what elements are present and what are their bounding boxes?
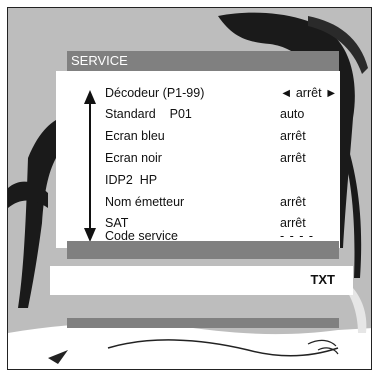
menu-item-decodeur[interactable]: Décodeur (P1-99) ◄ arrêt ► [105,83,338,103]
teletext-bar: TXT [50,266,353,295]
menu-item-idp2-hp[interactable]: IDP2 HP [105,170,335,190]
menu-footer-bar [67,241,339,259]
menu-item-ecran-noir[interactable]: Ecran noir arrêt [105,148,335,168]
menu-item-ecran-bleu[interactable]: Ecran bleu arrêt [105,126,335,146]
menu-item-label: Nom émetteur [105,195,185,209]
menu-item-value: ◄ arrêt ► [280,86,338,100]
menu-item-nom-emetteur[interactable]: Nom émetteur arrêt [105,192,335,212]
bottom-gray-bar [67,318,339,328]
service-menu-panel: Décodeur (P1-99) ◄ arrêt ► Standard P01 … [56,71,340,248]
menu-title-bar: SERVICE [67,51,339,71]
menu-item-label: Ecran bleu [105,129,165,143]
menu-item-value: arrêt [280,151,306,165]
menu-item-value: auto [280,107,305,121]
up-down-double-arrow-icon[interactable] [83,90,97,242]
menu-title: SERVICE [71,53,128,68]
menu-item-value: arrêt [280,129,306,143]
menu-item-label: Standard P01 [105,107,192,121]
menu-item-value: arrêt [280,195,306,209]
menu-item-label: IDP2 HP [105,173,158,187]
tv-screen: SERVICE Décodeur (P1-99) ◄ arrêt ► Stand… [7,7,372,370]
menu-item-standard[interactable]: Standard P01 auto [105,104,335,124]
menu-item-label: Décodeur (P1-99) [105,86,205,100]
menu-item-label: Ecran noir [105,151,162,165]
txt-label[interactable]: TXT [310,272,335,287]
